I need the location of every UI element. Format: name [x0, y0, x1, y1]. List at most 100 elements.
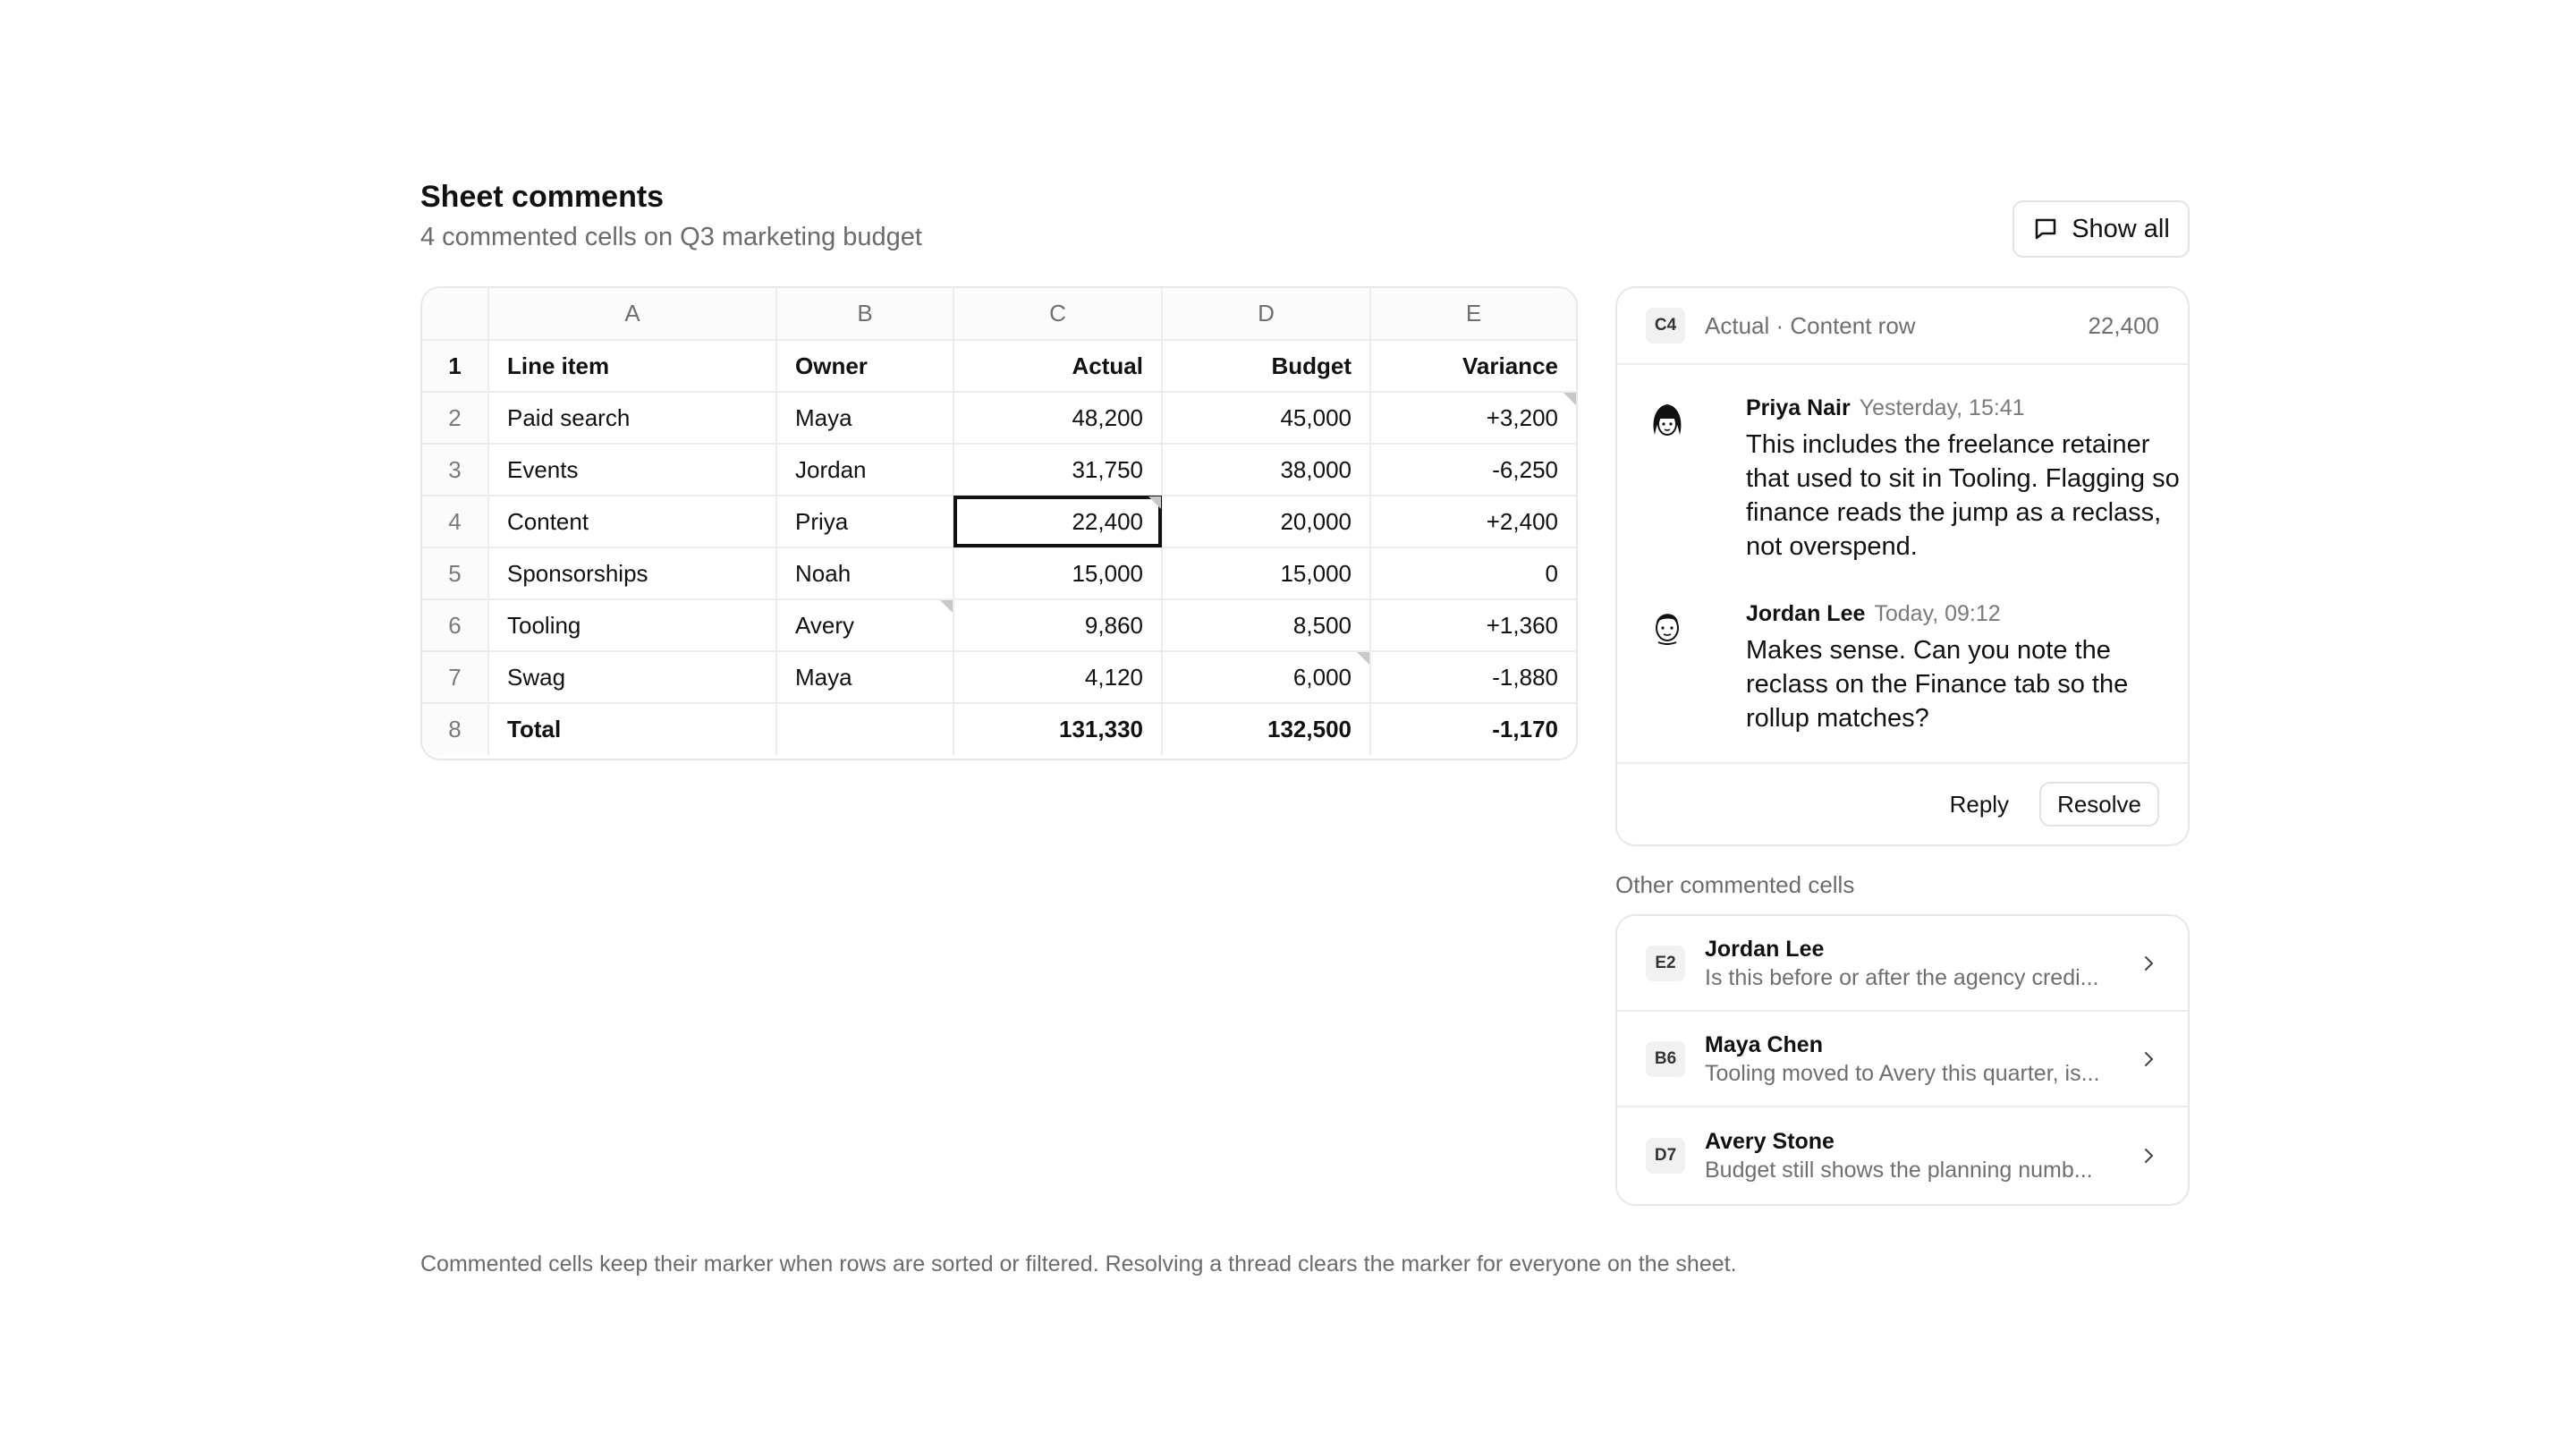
cell-d1[interactable]: Budget [1162, 340, 1371, 393]
cell-c4-value: 22,400 [1072, 507, 1143, 535]
list-item[interactable]: D7 Avery Stone Budget still shows the pl… [1617, 1107, 2188, 1203]
corner-cell [422, 288, 489, 341]
thread-header: C4 Actual · Content row 22,400 [1617, 288, 2188, 365]
column-header-a[interactable]: A [488, 288, 777, 341]
list-item[interactable]: B6 Maya Chen Tooling moved to Avery this… [1617, 1012, 2188, 1107]
cell-reference-chip: B6 [1646, 1040, 1685, 1077]
cell-b3[interactable]: Jordan [776, 444, 954, 496]
list-item-author: Avery Stone [1705, 1128, 1835, 1154]
cell-d5[interactable]: 15,000 [1162, 547, 1371, 600]
cell-d3[interactable]: 38,000 [1162, 444, 1371, 496]
cell-c1[interactable]: Actual [953, 340, 1163, 393]
cell-d6[interactable]: 8,500 [1162, 599, 1371, 652]
reply-button[interactable]: Reply [1930, 782, 2029, 827]
chevron-right-icon [2145, 1148, 2154, 1163]
column-header-c[interactable]: C [953, 288, 1163, 341]
cell-a8[interactable]: Total [488, 703, 777, 755]
footnote: Commented cells keep their marker when r… [420, 1251, 1737, 1277]
table-row: 7 Swag Maya 4,120 6,000 -1,880 [422, 651, 1576, 704]
chevron-right-icon [2145, 955, 2154, 971]
cell-c3[interactable]: 31,750 [953, 444, 1163, 496]
row-number[interactable]: 6 [422, 599, 489, 652]
comment-time: Yesterday, 15:41 [1859, 395, 2025, 420]
column-header-b[interactable]: B [776, 288, 954, 341]
comment-author: Priya Nair [1746, 395, 1851, 420]
cell-a6[interactable]: Tooling [488, 599, 777, 652]
cell-e3[interactable]: -6,250 [1370, 444, 1576, 496]
row-number[interactable]: 1 [422, 340, 489, 393]
row-number[interactable]: 5 [422, 547, 489, 600]
cell-d2[interactable]: 45,000 [1162, 392, 1371, 445]
cell-c2[interactable]: 48,200 [953, 392, 1163, 445]
cell-a4[interactable]: Content [488, 496, 777, 548]
table-row: 4 Content Priya 22,400 20,000 +2,400 [422, 496, 1576, 548]
chevron-right-icon [2145, 1051, 2154, 1066]
cell-e1[interactable]: Variance [1370, 340, 1576, 393]
cell-reference-chip: E2 [1646, 945, 1685, 981]
row-number[interactable]: 4 [422, 496, 489, 548]
comment: Jordan Lee Today, 09:12 Makes sense. Can … [1648, 599, 2166, 735]
row-number[interactable]: 2 [422, 392, 489, 445]
cell-e7[interactable]: -1,880 [1370, 651, 1576, 704]
comment-marker[interactable] [1357, 652, 1369, 665]
cell-a7[interactable]: Swag [488, 651, 777, 704]
cell-b1[interactable]: Owner [776, 340, 954, 393]
comment-icon [2035, 218, 2056, 240]
cell-e2[interactable]: +3,200 [1370, 392, 1576, 445]
column-header-row: A B C D E [422, 288, 1576, 341]
cell-d7-value: 6,000 [1292, 663, 1352, 691]
cell-c6[interactable]: 9,860 [953, 599, 1163, 652]
comment-marker[interactable] [940, 600, 953, 613]
table-row: 3 Events Jordan 31,750 38,000 -6,250 [422, 444, 1576, 496]
cell-b4[interactable]: Priya [776, 496, 954, 548]
cell-d8[interactable]: 132,500 [1162, 703, 1371, 755]
column-header-d[interactable]: D [1162, 288, 1371, 341]
cell-d7[interactable]: 6,000 [1162, 651, 1371, 704]
cell-e5[interactable]: 0 [1370, 547, 1576, 600]
cell-b8[interactable] [776, 703, 954, 755]
show-all-button[interactable]: Show all [2012, 200, 2190, 258]
list-item-text: Maya Chen Tooling moved to Avery this qu… [1705, 1031, 2138, 1088]
cell-c8[interactable]: 131,330 [953, 703, 1163, 755]
cell-b6[interactable]: Avery [776, 599, 954, 652]
cell-d4[interactable]: 20,000 [1162, 496, 1371, 548]
cell-b6-value: Avery [795, 611, 854, 639]
cell-e8[interactable]: -1,170 [1370, 703, 1576, 755]
row-number[interactable]: 7 [422, 651, 489, 704]
row-number[interactable]: 3 [422, 444, 489, 496]
resolve-button[interactable]: Resolve [2039, 782, 2159, 827]
cell-c4-selected[interactable]: 22,400 [953, 496, 1163, 548]
cell-a1[interactable]: Line item [488, 340, 777, 393]
comment-marker[interactable] [1563, 393, 1576, 405]
other-cells-label: Other commented cells [1615, 871, 1855, 898]
comment: Priya Nair Yesterday, 15:41 This includes… [1648, 394, 2180, 564]
cell-e2-value: +3,200 [1486, 403, 1558, 431]
table-row: 2 Paid search Maya 48,200 45,000 +3,200 [422, 392, 1576, 445]
cell-b2[interactable]: Maya [776, 392, 954, 445]
row-number[interactable]: 8 [422, 703, 489, 755]
page-title: Sheet comments [420, 180, 665, 214]
comment-body: This includes the freelance retainer tha… [1746, 430, 2180, 561]
cell-e6[interactable]: +1,360 [1370, 599, 1576, 652]
table-row: 6 Tooling Avery 9,860 8,500 +1,360 [422, 599, 1576, 652]
list-item-snippet: Is this before or after the agency credi… [1705, 964, 2099, 990]
list-item-text: Jordan Lee Is this before or after the a… [1705, 935, 2138, 992]
cell-c5[interactable]: 15,000 [953, 547, 1163, 600]
cell-e4[interactable]: +2,400 [1370, 496, 1576, 548]
cell-a2[interactable]: Paid search [488, 392, 777, 445]
cell-a3[interactable]: Events [488, 444, 777, 496]
table-row: 5 Sponsorships Noah 15,000 15,000 0 [422, 547, 1576, 600]
other-cells-list: E2 Jordan Lee Is this before or after th… [1615, 914, 2190, 1206]
list-item-snippet: Budget still shows the planning numb... [1705, 1157, 2093, 1183]
thread-cell-value: 22,400 [2088, 311, 2159, 339]
list-item-snippet: Tooling moved to Avery this quarter, is.… [1705, 1060, 2100, 1086]
cell-a5[interactable]: Sponsorships [488, 547, 777, 600]
cell-b5[interactable]: Noah [776, 547, 954, 600]
cell-c7[interactable]: 4,120 [953, 651, 1163, 704]
comment-marker[interactable] [1148, 496, 1161, 509]
list-item[interactable]: E2 Jordan Lee Is this before or after th… [1617, 916, 2188, 1012]
cell-b7[interactable]: Maya [776, 651, 954, 704]
comment-author: Jordan Lee [1746, 601, 1866, 626]
list-item-author: Jordan Lee [1705, 936, 1825, 962]
column-header-e[interactable]: E [1370, 288, 1576, 341]
